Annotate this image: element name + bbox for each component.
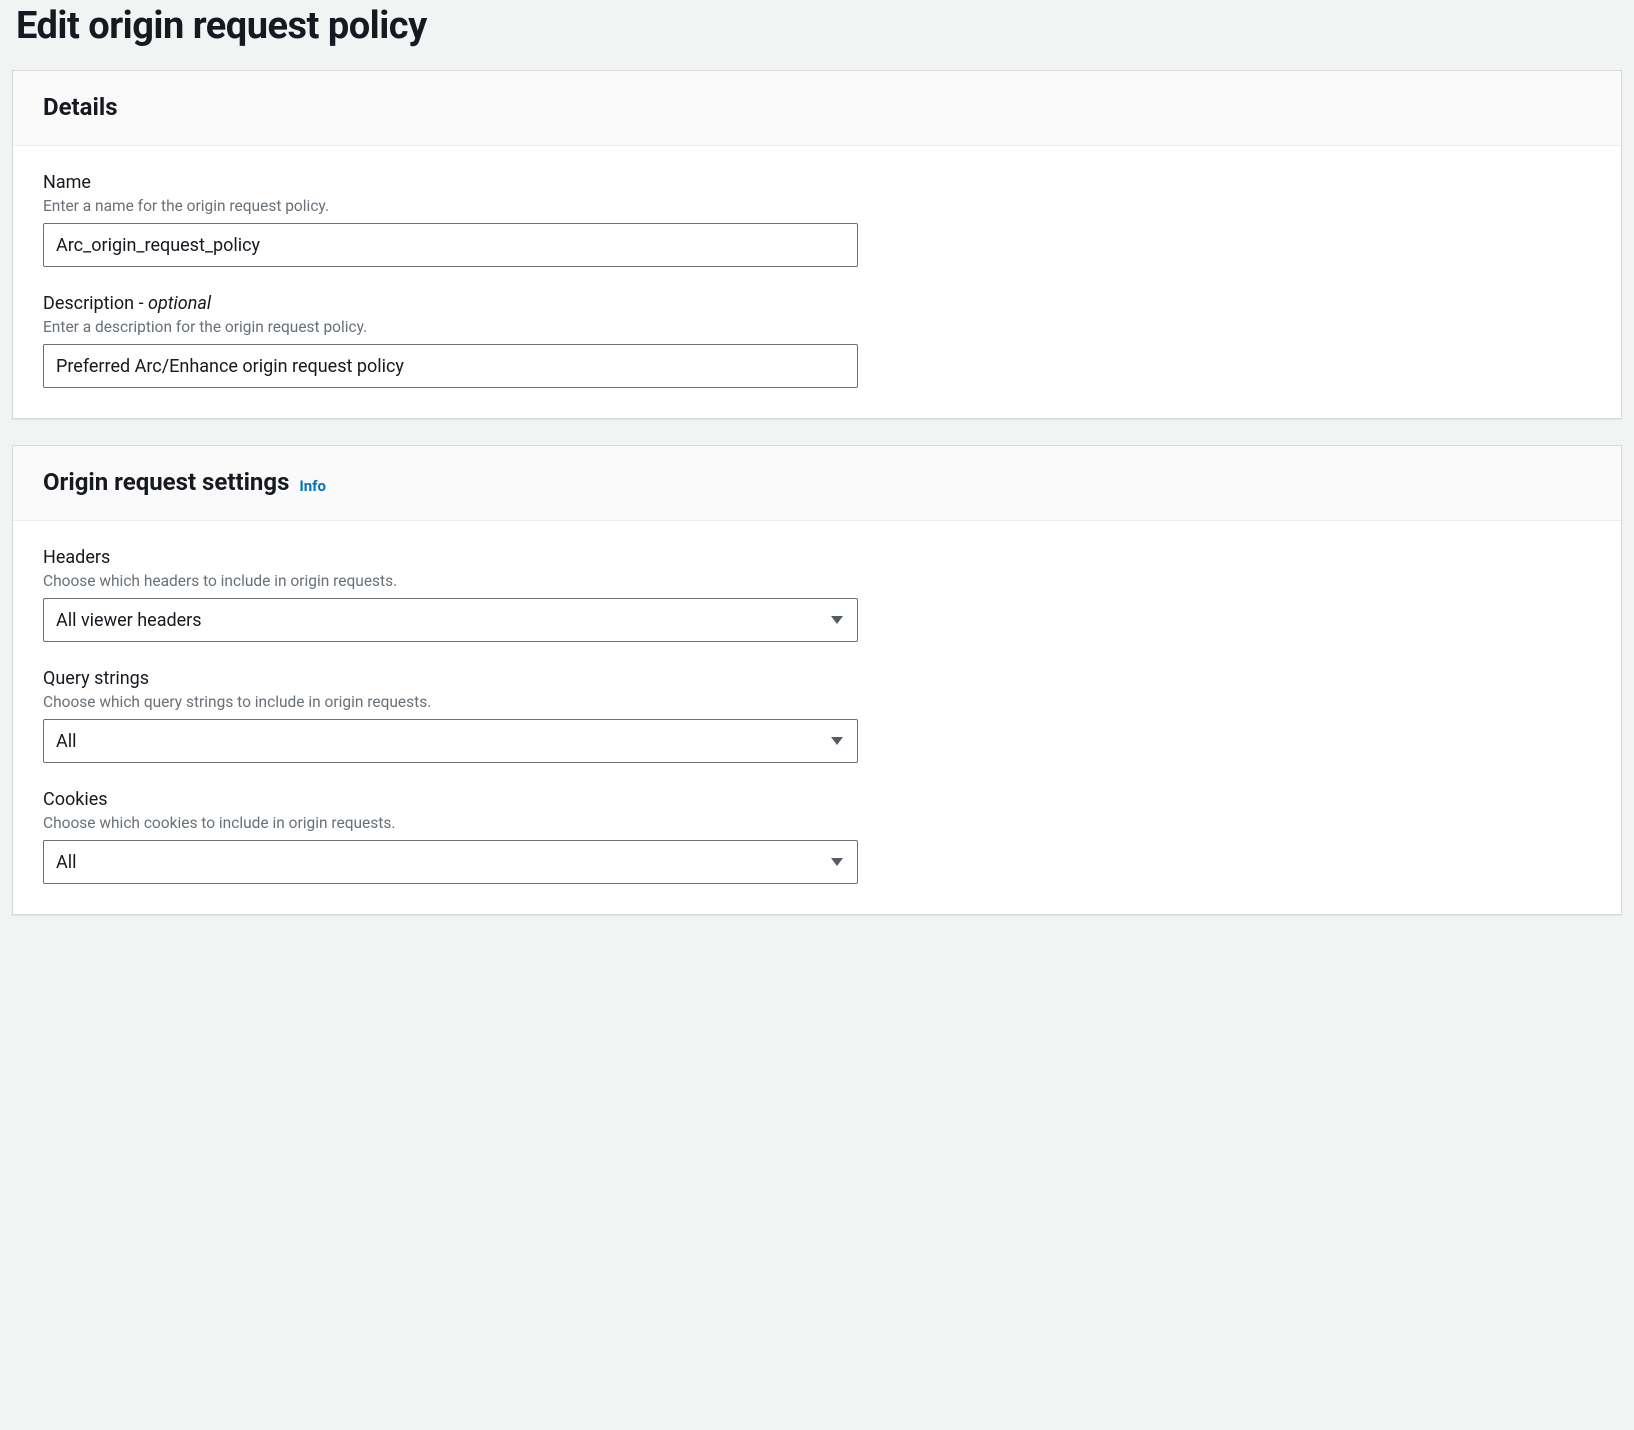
details-panel: Details Name Enter a name for the origin… (12, 70, 1622, 419)
headers-hint: Choose which headers to include in origi… (43, 572, 1591, 590)
headers-select[interactable]: All viewer headers (43, 598, 858, 642)
name-hint: Enter a name for the origin request poli… (43, 197, 1591, 215)
query-strings-field: Query strings Choose which query strings… (43, 668, 1591, 763)
cookies-select[interactable]: All (43, 840, 858, 884)
query-strings-select[interactable]: All (43, 719, 858, 763)
settings-panel: Origin request settings Info Headers Cho… (12, 445, 1622, 915)
description-hint: Enter a description for the origin reque… (43, 318, 1591, 336)
description-label-optional: optional (148, 293, 211, 314)
settings-panel-title: Origin request settings (43, 468, 289, 496)
settings-panel-header: Origin request settings Info (13, 446, 1621, 521)
cookies-field: Cookies Choose which cookies to include … (43, 789, 1591, 884)
query-strings-label: Query strings (43, 668, 1591, 689)
query-strings-hint: Choose which query strings to include in… (43, 693, 1591, 711)
details-panel-title: Details (43, 93, 118, 121)
description-label-prefix: Description - (43, 293, 148, 314)
description-field: Description - optional Enter a descripti… (43, 293, 1591, 388)
details-panel-header: Details (13, 71, 1621, 146)
headers-field: Headers Choose which headers to include … (43, 547, 1591, 642)
cookies-label: Cookies (43, 789, 1591, 810)
description-label: Description - optional (43, 293, 1591, 314)
info-link[interactable]: Info (299, 477, 326, 495)
headers-select-value: All viewer headers (56, 610, 202, 631)
name-field: Name Enter a name for the origin request… (43, 172, 1591, 267)
page-title: Edit origin request policy (12, 0, 1622, 70)
description-input[interactable] (43, 344, 858, 388)
settings-panel-body: Headers Choose which headers to include … (13, 521, 1621, 914)
cookies-select-value: All (56, 852, 77, 873)
name-input[interactable] (43, 223, 858, 267)
details-panel-body: Name Enter a name for the origin request… (13, 146, 1621, 418)
cookies-hint: Choose which cookies to include in origi… (43, 814, 1591, 832)
headers-label: Headers (43, 547, 1591, 568)
name-label: Name (43, 172, 1591, 193)
query-strings-select-value: All (56, 731, 77, 752)
